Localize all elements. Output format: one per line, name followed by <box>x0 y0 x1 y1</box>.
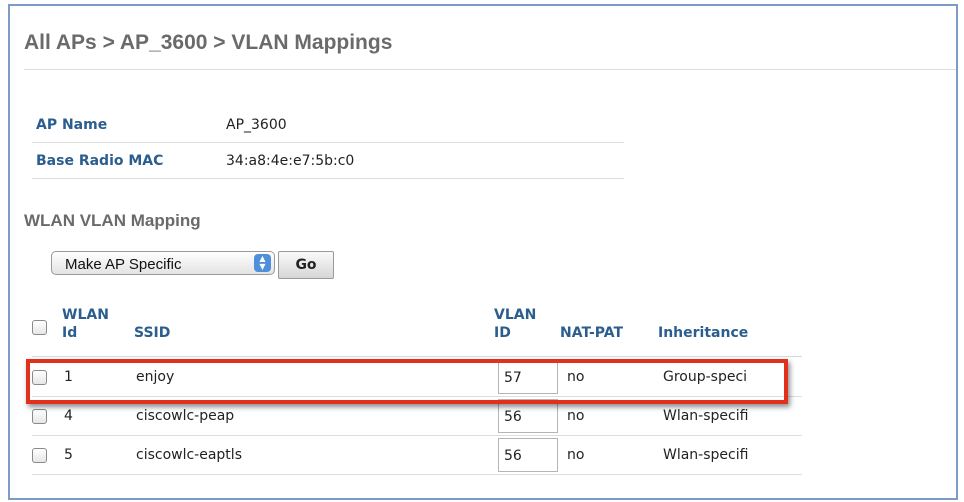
inheritance-cell: Wlan-specifi <box>663 447 749 463</box>
inheritance-cell: Wlan-specifi <box>663 408 749 424</box>
table-row: 5 ciscowlc-eaptls 56 no Wlan-specifi <box>32 436 802 475</box>
header-divider <box>32 356 802 357</box>
vlan-mappings-panel: All APs > AP_3600 > VLAN Mappings AP Nam… <box>8 4 958 500</box>
wlan-id-cell: 4 <box>64 408 73 424</box>
section-title: WLAN VLAN Mapping <box>24 211 201 230</box>
base-radio-mac-value: 34:a8:4e:e7:5b:c0 <box>226 153 355 169</box>
select-all-checkbox[interactable] <box>32 320 47 335</box>
select-arrows-icon: ▲ ▼ <box>254 254 271 272</box>
ap-name-label: AP Name <box>36 117 108 133</box>
go-button[interactable]: Go <box>278 251 334 279</box>
col-wlan-id-header-line1: WLAN <box>62 307 109 323</box>
col-wlan-id-header-line2: Id <box>62 325 78 341</box>
col-vlan-id-header-line1: VLAN <box>494 307 537 323</box>
col-nat-pat-header: NAT-PAT <box>560 325 624 341</box>
ssid-cell: ciscowlc-eaptls <box>136 447 242 463</box>
page-title: All APs > AP_3600 > VLAN Mappings <box>24 31 393 54</box>
wlan-id-cell: 5 <box>64 447 73 463</box>
col-ssid-header: SSID <box>134 325 171 341</box>
row-checkbox[interactable] <box>32 448 47 463</box>
col-vlan-id-header-line2: ID <box>494 325 511 341</box>
vlan-id-input[interactable]: 56 <box>498 438 558 472</box>
nat-pat-cell: no <box>567 408 585 424</box>
col-inheritance-header: Inheritance <box>658 325 749 341</box>
nat-pat-cell: no <box>567 447 585 463</box>
base-radio-mac-label: Base Radio MAC <box>36 153 164 169</box>
col-vlan-id-header: VLAN ID <box>494 306 536 342</box>
ap-name-value: AP_3600 <box>226 117 287 133</box>
action-select[interactable]: Make AP Specific ▲ ▼ <box>51 251 275 275</box>
title-divider <box>24 69 956 70</box>
row-checkbox[interactable] <box>32 409 47 424</box>
vlan-id-input[interactable]: 56 <box>498 399 558 433</box>
action-select-value: Make AP Specific <box>65 256 182 273</box>
row-highlight-annotation <box>26 359 788 404</box>
col-wlan-id-header: WLAN Id <box>62 306 109 342</box>
ssid-cell: ciscowlc-peap <box>136 408 235 424</box>
base-radio-mac-row: Base Radio MAC 34:a8:4e:e7:5b:c0 <box>32 144 624 179</box>
ap-name-row: AP Name AP_3600 <box>32 108 624 143</box>
